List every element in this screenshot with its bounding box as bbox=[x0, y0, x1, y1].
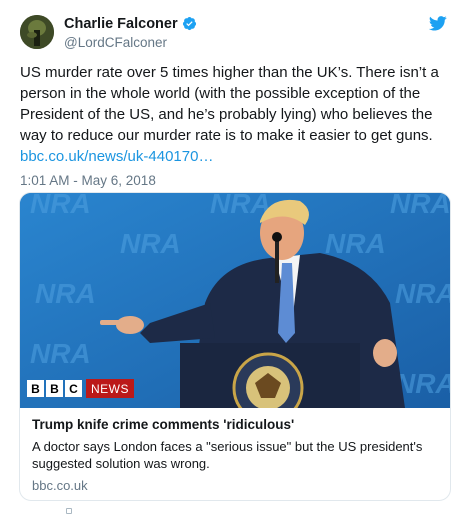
card-image[interactable]: NRA NRA NRA NRA NRA NRA NRA NRA NRA B B … bbox=[20, 193, 450, 408]
bbc-letter: B bbox=[27, 380, 44, 397]
partial-icon bbox=[66, 508, 72, 514]
display-name[interactable]: Charlie Falconer bbox=[64, 16, 178, 32]
card-description: A doctor says London faces a "serious is… bbox=[32, 439, 423, 471]
tweet-header: Charlie Falconer @LordCFalconer bbox=[20, 14, 449, 58]
twitter-bird-icon[interactable] bbox=[429, 16, 447, 31]
author-names: Charlie Falconer @LordCFalconer bbox=[64, 14, 197, 50]
tweet-text: US murder rate over 5 times higher than … bbox=[20, 64, 439, 144]
card-domain: bbc.co.uk bbox=[32, 478, 88, 493]
card-title[interactable]: Trump knife crime comments 'ridiculous' bbox=[32, 417, 438, 435]
backdrop-nra-text: NRA bbox=[35, 278, 96, 309]
backdrop-nra-text: NRA bbox=[395, 278, 450, 309]
backdrop-nra-text: NRA bbox=[120, 228, 181, 259]
bbc-news-logo: B B C NEWS bbox=[27, 378, 134, 399]
backdrop-nra-text: NRA bbox=[390, 193, 450, 219]
link-card[interactable]: NRA NRA NRA NRA NRA NRA NRA NRA NRA B B … bbox=[19, 192, 451, 501]
backdrop-nra-text: NRA bbox=[30, 193, 91, 219]
bbc-news-label: NEWS bbox=[86, 379, 134, 398]
backdrop-nra-text: NRA bbox=[30, 338, 91, 369]
backdrop-nra-text: NRA bbox=[395, 368, 450, 399]
backdrop-nra-text: NRA bbox=[210, 193, 271, 219]
card-body: Trump knife crime comments 'ridiculous' … bbox=[20, 408, 450, 493]
verified-badge-icon bbox=[182, 16, 196, 31]
bbc-letter: C bbox=[65, 380, 82, 397]
tweet-link[interactable]: bbc.co.uk/news/uk-440170… bbox=[20, 146, 449, 167]
backdrop-nra-text: NRA bbox=[325, 228, 386, 259]
avatar[interactable] bbox=[20, 15, 54, 49]
timestamp[interactable]: 1:01 AM - May 6, 2018 bbox=[20, 173, 449, 191]
bbc-letter: B bbox=[46, 380, 63, 397]
handle[interactable]: @LordCFalconer bbox=[64, 35, 197, 50]
